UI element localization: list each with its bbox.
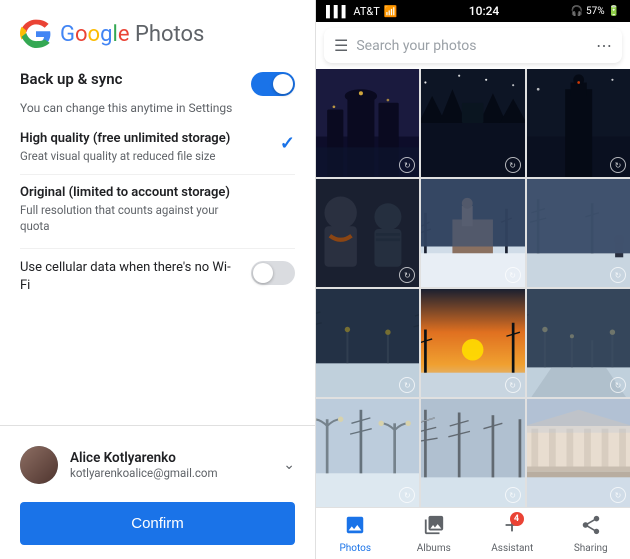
battery-label: 57% <box>586 6 605 17</box>
photo-cell[interactable]: ↻ <box>527 289 630 397</box>
sync-overlay: ↻ <box>610 377 626 393</box>
sharing-icon <box>580 514 602 541</box>
photo-grid: ↻ ↻ <box>316 69 630 507</box>
sync-icon: ↻ <box>404 491 411 500</box>
photo-cell[interactable]: ↻ <box>316 289 419 397</box>
sync-icon: ↻ <box>615 381 622 390</box>
photo-cell[interactable]: ↻ <box>316 69 419 177</box>
original-desc: Full resolution that counts against your… <box>20 202 250 234</box>
sync-overlay: ↻ <box>610 487 626 503</box>
high-quality-label: High quality (free unlimited storage) <box>20 131 230 146</box>
sync-icon: ↻ <box>404 381 411 390</box>
nav-albums[interactable]: Albums <box>395 508 474 559</box>
more-options-icon[interactable]: ⋯ <box>596 36 612 55</box>
logo-area: Google Photos <box>0 0 315 60</box>
left-panel: Google Photos Back up & sync You can cha… <box>0 0 315 559</box>
account-name: Alice Kotlyarenko <box>70 450 218 466</box>
photo-cell[interactable]: ↻ <box>421 289 524 397</box>
sync-icon: ↻ <box>404 271 411 280</box>
headphone-icon: 🎧 <box>571 6 583 17</box>
account-left: Alice Kotlyarenko kotlyarenkoalice@gmail… <box>20 446 218 484</box>
divider <box>0 425 315 426</box>
original-label: Original (limited to account storage) <box>20 185 250 200</box>
original-option[interactable]: Original (limited to account storage) Fu… <box>20 185 295 234</box>
sync-icon: ↻ <box>615 491 622 500</box>
bottom-nav: Photos Albums 4 Assistant <box>316 507 630 559</box>
sync-overlay: ↻ <box>610 267 626 283</box>
photos-icon <box>344 514 366 541</box>
backup-row: Back up & sync <box>20 70 295 96</box>
photo-cell[interactable]: ↻ <box>316 179 419 287</box>
cellular-row: Use cellular data when there's no Wi-Fi <box>20 248 295 295</box>
sync-overlay: ↻ <box>505 267 521 283</box>
photo-cell[interactable]: ↻ <box>421 69 524 177</box>
photo-cell[interactable]: ↻ <box>421 179 524 287</box>
google-logo-icon <box>20 18 52 50</box>
photo-cell[interactable]: ↻ <box>421 399 524 507</box>
account-row[interactable]: Alice Kotlyarenko kotlyarenkoalice@gmail… <box>0 438 315 492</box>
sync-icon: ↻ <box>509 381 516 390</box>
sync-icon: ↻ <box>509 161 516 170</box>
assistant-badge: 4 <box>510 512 524 526</box>
backup-toggle[interactable] <box>251 72 295 96</box>
sync-overlay: ↻ <box>610 157 626 173</box>
albums-icon <box>423 514 445 541</box>
high-quality-option[interactable]: High quality (free unlimited storage) Gr… <box>20 131 295 175</box>
sync-icon: ↻ <box>615 271 622 280</box>
account-info: Alice Kotlyarenko kotlyarenkoalice@gmail… <box>70 450 218 480</box>
status-bar: ▌▌▌ AT&T 📶 10:24 🎧 57% 🔋 <box>316 0 630 22</box>
signal-icon: ▌▌▌ <box>326 5 349 18</box>
cellular-text: Use cellular data when there's no Wi-Fi <box>20 259 240 295</box>
logo-text: Google Photos <box>60 22 204 47</box>
right-panel: ▌▌▌ AT&T 📶 10:24 🎧 57% 🔋 ☰ Search your p… <box>315 0 630 559</box>
hamburger-icon[interactable]: ☰ <box>334 36 348 55</box>
settings-area: Back up & sync You can change this anyti… <box>0 60 315 425</box>
sharing-label: Sharing <box>574 543 608 554</box>
backup-title: Back up & sync <box>20 70 122 88</box>
nav-sharing[interactable]: Sharing <box>552 508 630 559</box>
photo-cell[interactable]: ↻ <box>527 399 630 507</box>
status-time: 10:24 <box>469 4 499 18</box>
backup-subtitle: You can change this anytime in Settings <box>20 100 295 117</box>
photo-cell[interactable]: ↻ <box>316 399 419 507</box>
account-email: kotlyarenkoalice@gmail.com <box>70 466 218 480</box>
battery-icon: 🔋 <box>608 6 620 17</box>
sync-icon: ↻ <box>509 491 516 500</box>
albums-label: Albums <box>417 543 451 554</box>
wifi-icon: 📶 <box>384 5 398 18</box>
sync-overlay: ↻ <box>505 377 521 393</box>
photo-cell[interactable]: ↻ <box>527 69 630 177</box>
high-quality-checkmark: ✓ <box>280 133 295 154</box>
search-bar[interactable]: ☰ Search your photos ⋯ <box>324 28 622 63</box>
nav-assistant[interactable]: 4 Assistant <box>473 508 552 559</box>
sync-icon: ↻ <box>509 271 516 280</box>
sync-overlay: ↻ <box>505 487 521 503</box>
sync-overlay: ↻ <box>505 157 521 173</box>
sync-icon: ↻ <box>404 161 411 170</box>
confirm-button[interactable]: Confirm <box>20 502 295 545</box>
status-left: ▌▌▌ AT&T 📶 <box>326 5 398 18</box>
high-quality-desc: Great visual quality at reduced file siz… <box>20 148 230 164</box>
chevron-down-icon: ⌄ <box>283 457 295 473</box>
assistant-label: Assistant <box>491 543 533 554</box>
nav-photos[interactable]: Photos <box>316 508 395 559</box>
photos-label: Photos <box>339 543 371 554</box>
photo-cell[interactable]: ↻ <box>527 179 630 287</box>
cellular-toggle[interactable] <box>251 261 295 285</box>
sync-icon: ↻ <box>615 161 622 170</box>
avatar <box>20 446 58 484</box>
carrier-label: AT&T <box>353 5 379 18</box>
status-right: 🎧 57% 🔋 <box>571 6 620 17</box>
search-placeholder: Search your photos <box>356 38 588 54</box>
